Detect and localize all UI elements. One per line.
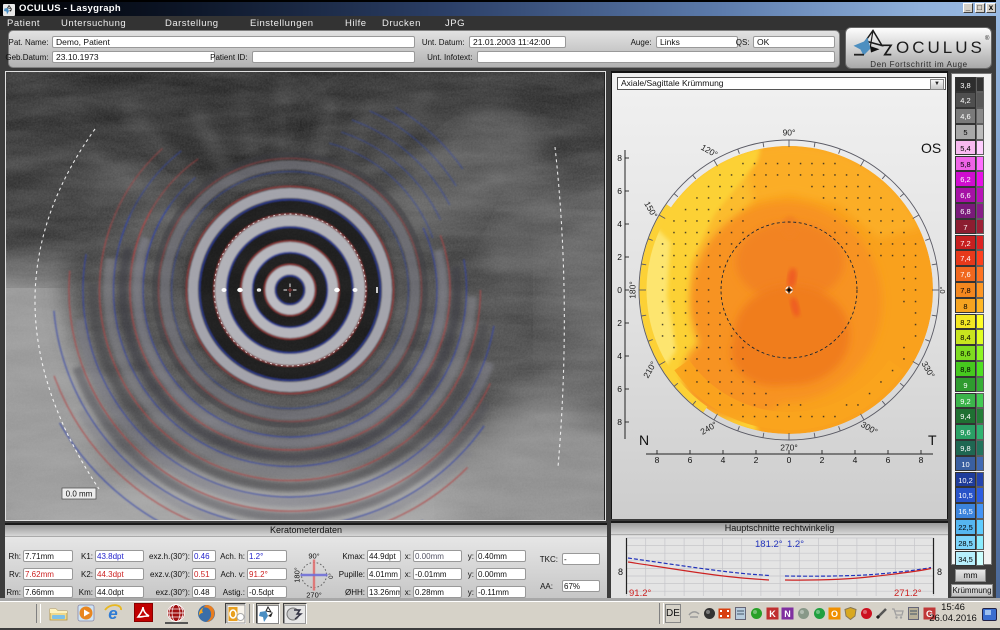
svg-text:8: 8: [617, 417, 622, 427]
svg-text:6: 6: [886, 455, 891, 465]
svg-text:4: 4: [617, 219, 622, 229]
svg-text:8: 8: [617, 153, 622, 163]
svg-text:8: 8: [618, 567, 623, 577]
svg-text:O: O: [831, 609, 838, 619]
svg-text:OCULUS: OCULUS: [896, 38, 985, 57]
svg-text:OS: OS: [921, 140, 941, 156]
svg-text:180°: 180°: [292, 567, 301, 583]
svg-text:8: 8: [919, 455, 924, 465]
svg-text:1.2°: 1.2°: [787, 539, 804, 550]
svg-text:181.2°: 181.2°: [755, 539, 783, 550]
svg-text:®: ®: [985, 35, 990, 42]
svg-text:N: N: [784, 609, 791, 619]
svg-text:T: T: [928, 432, 937, 448]
svg-text:90°: 90°: [308, 552, 319, 561]
svg-text:8: 8: [937, 567, 942, 577]
svg-text:4: 4: [617, 351, 622, 361]
svg-text:0: 0: [787, 455, 792, 465]
svg-text:0°: 0°: [329, 573, 335, 579]
svg-text:6: 6: [617, 384, 622, 394]
svg-text:2: 2: [820, 455, 825, 465]
svg-text:2: 2: [754, 455, 759, 465]
svg-text:6: 6: [688, 455, 693, 465]
svg-text:8: 8: [655, 455, 660, 465]
svg-text:0.0 mm: 0.0 mm: [66, 490, 93, 499]
svg-text:90°: 90°: [783, 127, 796, 137]
svg-text:2: 2: [617, 318, 622, 328]
svg-text:0: 0: [617, 285, 622, 295]
svg-text:K: K: [769, 609, 776, 619]
svg-text:4: 4: [853, 455, 858, 465]
svg-text:N: N: [639, 432, 649, 448]
svg-text:0°: 0°: [938, 286, 947, 293]
svg-text:4: 4: [721, 455, 726, 465]
svg-text:2: 2: [617, 252, 622, 262]
svg-text:Den Fortschritt im Auge: Den Fortschritt im Auge: [870, 60, 967, 69]
svg-text:6: 6: [617, 186, 622, 196]
